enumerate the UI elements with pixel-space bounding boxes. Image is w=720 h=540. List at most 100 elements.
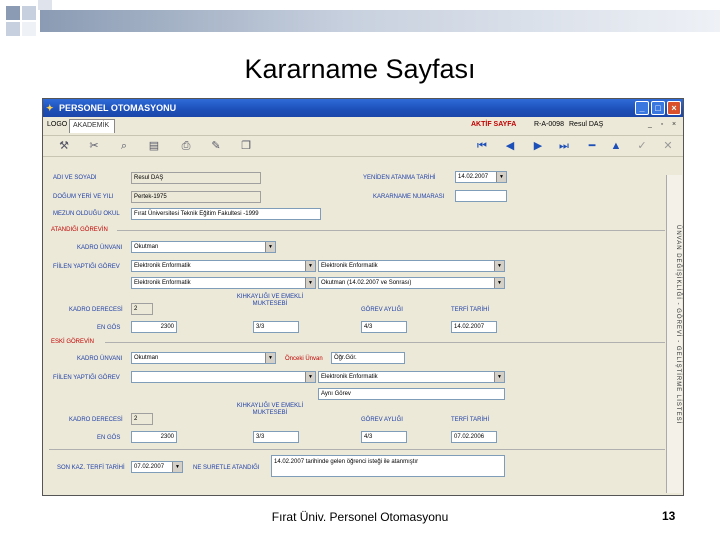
chevron-down-icon[interactable]: ▼: [305, 278, 315, 288]
eski-onceki-field[interactable]: Öğr.Gör.: [331, 352, 405, 364]
window-titlebar: ✦ PERSONEL OTOMASYONU _ □ ×: [43, 99, 683, 117]
active-page-label: AKTİF SAYFA: [471, 121, 517, 128]
document-icon[interactable]: ▤: [147, 139, 161, 153]
section-divider: [117, 230, 665, 231]
window-controls: _ □ ×: [635, 101, 681, 115]
atandigi-kik-field[interactable]: 3/3: [253, 321, 299, 333]
tab-akademik[interactable]: AKADEMİK: [69, 119, 115, 133]
yeniden-atanma-label: YENİDEN ATANMA TARİHİ: [363, 175, 436, 181]
atandigi-fiilen-select-1[interactable]: Elektronik Enformatik ▼: [131, 260, 316, 272]
kararname-no-label: KARARNAME NUMARASI: [373, 194, 445, 200]
kararname-no-field[interactable]: [455, 190, 507, 202]
active-page-code: R-A-0098: [534, 121, 564, 128]
first-record-icon[interactable]: ⏮: [475, 139, 489, 153]
ad-soyad-field[interactable]: Resul DAŞ: [131, 172, 261, 184]
minimize-button[interactable]: _: [635, 101, 649, 115]
copy-icon[interactable]: ❐: [239, 139, 253, 153]
eski-en-gos-field[interactable]: 2300: [131, 431, 177, 443]
son-terfi-label: SON KAZ. TERFİ TARİHİ: [57, 465, 125, 471]
chevron-down-icon[interactable]: ▼: [265, 353, 275, 363]
atandigi-kik-label: KIHKAYLIĞI ve EMEKLİ MUKTESEBİ: [236, 294, 304, 307]
chevron-down-icon[interactable]: ▼: [305, 261, 315, 271]
eski-derece-field[interactable]: 2: [131, 413, 153, 425]
maximize-button[interactable]: □: [651, 101, 665, 115]
deco-square: [6, 6, 20, 20]
dogum-field[interactable]: Pertek-1975: [131, 191, 261, 203]
tools-icon[interactable]: ⚒: [57, 139, 71, 153]
eski-terfi-label: TERFİ TARİHİ: [451, 417, 490, 423]
slide-title: Kararname Sayfası: [244, 54, 476, 84]
confirm-icon[interactable]: ✓: [635, 139, 649, 153]
toolbar: ⚒ ✂ ⌕ ▤ ⎙ ✎ ❐ ⏮ ◀ ▶ ⏭ ━ ▲ ✓ ✕: [43, 135, 683, 157]
active-page-name: Resul DAŞ: [569, 121, 604, 128]
mezun-label: MEZUN OLDUĞU OKUL: [53, 211, 120, 217]
previous-record-icon[interactable]: ◀: [503, 139, 517, 153]
eski-fiilen-label: FİİLEN YAPTIĞI GÖREV: [53, 375, 120, 381]
deco-square: [22, 22, 36, 36]
eski-fiilen-select-2[interactable]: Elektronik Enformatik ▼: [318, 371, 505, 383]
atandigi-section-title: ATANDIĞI GÖREVİN: [51, 227, 108, 233]
chevron-down-icon[interactable]: ▼: [496, 172, 506, 182]
eski-fiilen-field-3[interactable]: Aynı Görev: [318, 388, 505, 400]
close-button[interactable]: ×: [667, 101, 681, 115]
search-icon[interactable]: ⌕: [117, 139, 131, 153]
eski-gorev-ayligi-field[interactable]: 4/3: [361, 431, 407, 443]
section-divider: [49, 449, 665, 450]
atandigi-kadro-label: KADRO ÜNVANI: [77, 245, 123, 251]
atandigi-terfi-label: TERFİ TARİHİ: [451, 307, 490, 313]
child-close-icon[interactable]: ×: [669, 120, 679, 130]
atandigi-terfi-field[interactable]: 14.02.2007: [451, 321, 497, 333]
mezun-field[interactable]: Fırat Üniversitesi Teknik Eğitim Fakulte…: [131, 208, 321, 220]
chevron-down-icon[interactable]: ▼: [172, 462, 182, 472]
atandigi-derece-field[interactable]: 2: [131, 303, 153, 315]
child-restore-icon[interactable]: ▫: [657, 120, 667, 130]
header-band: [40, 10, 720, 32]
atandigi-fiilen-select-3[interactable]: Elektronik Enformatik ▼: [131, 277, 316, 289]
form-panel: ADI ve SOYADI Resul DAŞ DOĞUM YERİ ve YI…: [45, 161, 667, 495]
menu-logo[interactable]: LOGO: [47, 121, 67, 128]
eski-terfi-field[interactable]: 07.02.2006: [451, 431, 497, 443]
deco-square: [6, 22, 20, 36]
atandigi-fiilen-select-4[interactable]: Okutman (14.02.2007 ve Sonrası) ▼: [318, 277, 505, 289]
dogum-label: DOĞUM YERİ ve YILI: [53, 194, 114, 200]
ne-suretle-label: NE SURETLE ATANDIĞI: [193, 465, 260, 471]
eski-kadro-select[interactable]: Okutman ▼: [131, 352, 276, 364]
eski-gorev-ayligi-label: GÖREV AYLIĞI: [361, 417, 403, 423]
ne-suretle-textarea[interactable]: 14.02.2007 tarihinde gelen öğrenci isteğ…: [271, 455, 505, 477]
deco-square: [38, 0, 52, 10]
remove-record-icon[interactable]: ━: [585, 139, 599, 153]
chevron-down-icon[interactable]: ▼: [305, 372, 315, 382]
delete-icon[interactable]: ✂: [87, 139, 101, 153]
app-window: ✦ PERSONEL OTOMASYONU _ □ × LOGO AKADEMİ…: [42, 98, 684, 496]
atandigi-kadro-select[interactable]: Okutman ▼: [131, 241, 276, 253]
side-tab[interactable]: ÜNVAN DEĞİŞİKLİĞİ - GÖREVİ - GELİŞTİRME …: [666, 175, 682, 493]
atandigi-fiilen-label: FİİLEN YAPTIĞI GÖREV: [53, 264, 120, 270]
eski-kadro-label: KADRO ÜNVANI: [77, 356, 123, 362]
last-record-icon[interactable]: ⏭: [557, 139, 571, 153]
ad-soyad-label: ADI ve SOYADI: [53, 175, 97, 181]
child-minimize-icon[interactable]: _: [645, 120, 655, 130]
eski-onceki-label: Önceki Ünvan: [285, 356, 323, 362]
atandigi-fiilen-select-2[interactable]: Elektronik Enformatik ▼: [318, 260, 505, 272]
chevron-down-icon[interactable]: ▼: [494, 261, 504, 271]
chevron-down-icon[interactable]: ▼: [265, 242, 275, 252]
next-record-icon[interactable]: ▶: [531, 139, 545, 153]
print-icon[interactable]: ⎙: [179, 139, 193, 153]
page-number: 13: [662, 509, 676, 523]
atandigi-gorev-ayligi-field[interactable]: 4/3: [361, 321, 407, 333]
cancel-icon[interactable]: ✕: [661, 139, 675, 153]
atandigi-derece-label: KADRO DERECESİ: [69, 307, 123, 313]
son-terfi-field[interactable]: 07.02.2007 ▼: [131, 461, 183, 473]
up-icon[interactable]: ▲: [609, 139, 623, 153]
app-icon: ✦: [46, 103, 54, 113]
eski-en-gos-label: EN GÖS: [97, 435, 121, 441]
edit-icon[interactable]: ✎: [209, 139, 223, 153]
eski-derece-label: KADRO DERECESİ: [69, 417, 123, 423]
chevron-down-icon[interactable]: ▼: [494, 372, 504, 382]
eski-kik-field[interactable]: 3/3: [253, 431, 299, 443]
eski-fiilen-select-1[interactable]: ▼: [131, 371, 316, 383]
side-tab-label: ÜNVAN DEĞİŞİKLİĞİ - GÖREVİ - GELİŞTİRME …: [675, 225, 681, 425]
chevron-down-icon[interactable]: ▼: [494, 278, 504, 288]
yeniden-atanma-field[interactable]: 14.02.2007 ▼: [455, 171, 507, 183]
atandigi-en-gos-field[interactable]: 2300: [131, 321, 177, 333]
